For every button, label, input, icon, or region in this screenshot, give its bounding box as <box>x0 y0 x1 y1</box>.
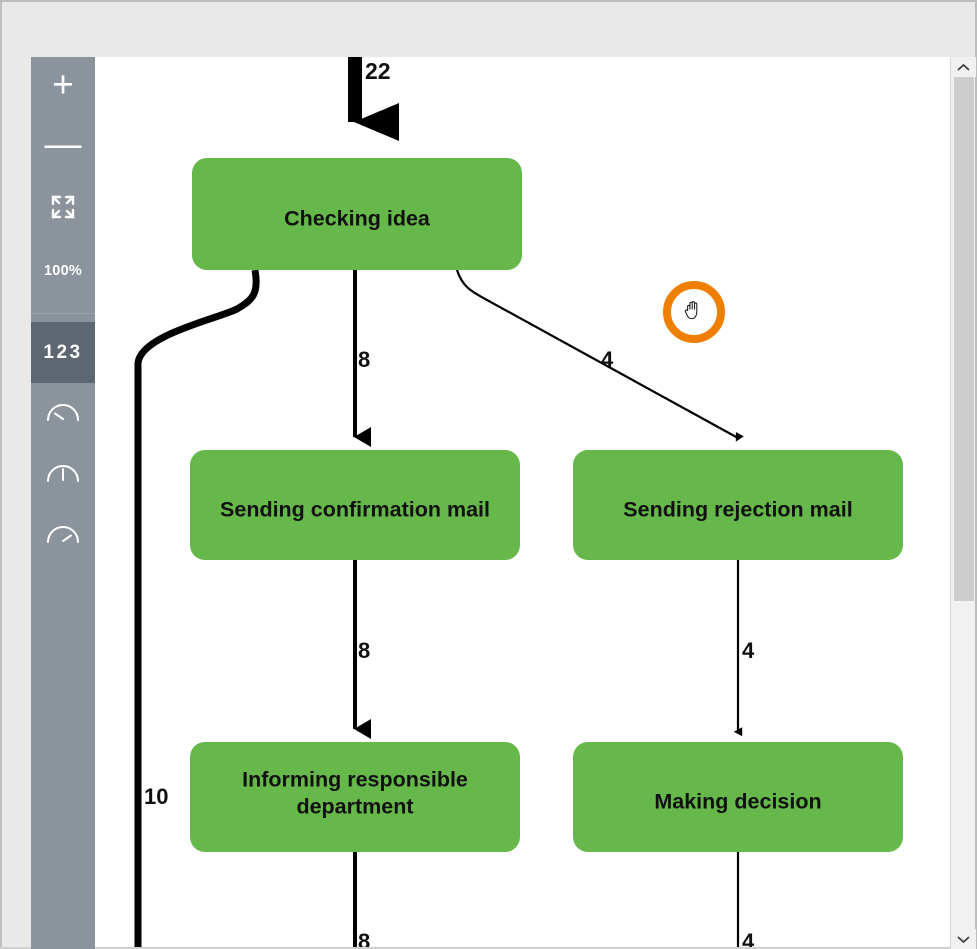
scrollbar-thumb[interactable] <box>954 77 974 601</box>
node-label: Making decision <box>654 790 821 814</box>
zoom-in-button[interactable]: + <box>31 57 95 118</box>
gauge-high-icon <box>46 520 80 551</box>
gauge-low-icon <box>46 398 80 429</box>
process-mining-app: Checking idea Sending confirmation mail … <box>0 0 977 949</box>
expand-arrows-icon <box>49 193 77 226</box>
node-label: Sending rejection mail <box>623 498 852 522</box>
process-flow-diagram: Checking idea Sending confirmation mail … <box>134 57 903 949</box>
node-label-line-1: Informing responsible <box>242 768 468 792</box>
process-map-canvas[interactable]: Checking idea Sending confirmation mail … <box>31 57 977 949</box>
edge-label-decision-out: 4 <box>742 929 755 949</box>
node-sending-confirmation-mail[interactable]: Sending confirmation mail <box>190 450 520 560</box>
edge-label-in-checking: 22 <box>365 58 391 84</box>
node-informing-responsible-department[interactable]: Informing responsible department <box>190 742 520 852</box>
window-top-chrome <box>0 0 977 57</box>
zoom-level-label: 100% <box>44 262 82 279</box>
grab-hand-cursor-icon <box>681 297 707 323</box>
toolbar-spacer-2 <box>31 314 95 322</box>
scroll-up-arrow-icon[interactable] <box>951 57 976 77</box>
zoom-toolbar: + — 100% 123 <box>31 57 95 949</box>
edge-label-checking-to-confirmation: 8 <box>358 347 370 372</box>
node-making-decision[interactable]: Making decision <box>573 742 903 852</box>
plus-icon: + <box>52 64 74 105</box>
node-label-line-2: department <box>296 795 413 819</box>
node-label: Sending confirmation mail <box>220 498 490 522</box>
node-checking-idea[interactable]: Checking idea <box>192 158 522 270</box>
gauge-low-button[interactable] <box>31 383 95 444</box>
edge-label-confirmation-to-informing: 8 <box>358 638 370 663</box>
zoom-out-button[interactable]: — <box>31 118 95 179</box>
numbers-123-icon: 123 <box>43 341 83 363</box>
node-sending-rejection-mail[interactable]: Sending rejection mail <box>573 450 903 560</box>
minus-icon: — <box>44 123 82 164</box>
fit-to-screen-button[interactable] <box>31 179 95 240</box>
edge-label-checking-to-rejection: 4 <box>601 347 614 372</box>
edge-label-rejection-to-decision: 4 <box>742 638 755 663</box>
zoom-level-indicator[interactable]: 100% <box>31 240 95 301</box>
edge-label-informing-out: 8 <box>358 929 370 949</box>
gauge-high-button[interactable] <box>31 505 95 566</box>
window-left-gutter <box>0 57 31 949</box>
node-layer: Checking idea Sending confirmation mail … <box>190 158 903 852</box>
absolute-frequency-button[interactable]: 123 <box>31 322 95 383</box>
edge-label-checking-loopback: 10 <box>144 784 168 809</box>
gauge-medium-button[interactable] <box>31 444 95 505</box>
node-label: Checking idea <box>284 207 431 231</box>
gauge-medium-icon <box>46 459 80 490</box>
vertical-scrollbar[interactable] <box>950 57 977 949</box>
scroll-down-arrow-icon[interactable] <box>951 929 976 949</box>
